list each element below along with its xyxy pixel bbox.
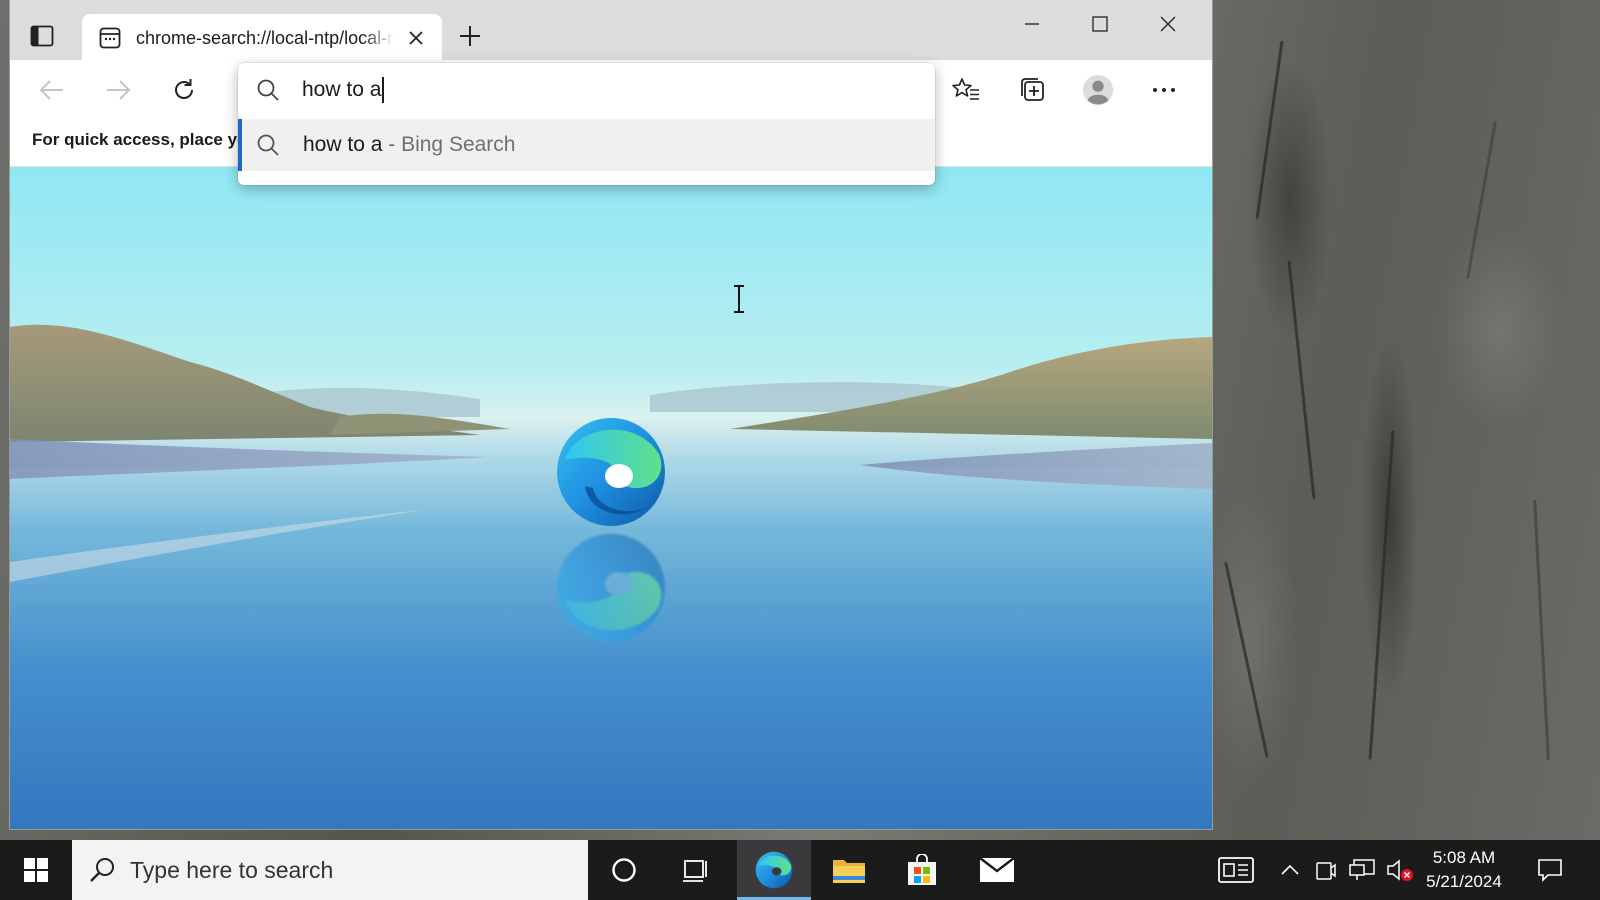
plus-icon [460,26,480,46]
notification-icon [1538,859,1562,882]
suggestion-source: Bing Search [401,133,516,156]
taskbar-clock[interactable]: 5:08 AM 5/21/2024 [1416,846,1512,894]
search-placeholder: Type here to search [130,856,334,883]
maximize-button[interactable] [1078,6,1122,42]
store-bag-icon [908,854,936,885]
cortana-button[interactable] [600,840,648,900]
windows-taskbar: Type here to search 5:08 AM 5/21/2024 [0,840,1600,900]
suggestion-query: how to a [303,133,383,156]
refresh-button[interactable] [168,74,200,106]
close-tab-icon[interactable] [404,26,428,50]
collections-button[interactable] [1016,74,1048,106]
arrow-left-icon [39,80,63,100]
taskbar-store-button[interactable] [893,840,951,900]
taskbar-file-explorer-button[interactable] [820,840,878,900]
close-icon [1160,16,1176,32]
windows-logo-icon [24,858,48,882]
forward-button[interactable] [102,74,134,106]
cortana-circle-icon [612,858,636,882]
tab-title: chrome-search://local-ntp/local-ntp.html [136,27,394,48]
address-input[interactable] [302,75,902,105]
taskbar-edge-button[interactable] [737,840,811,900]
active-tab[interactable]: chrome-search://local-ntp/local-ntp.html [82,14,442,62]
edge-icon [755,851,793,889]
search-icon [90,858,114,882]
page-favicon-icon [98,26,122,50]
folder-icon [833,860,865,883]
news-and-interests-button[interactable] [1214,840,1258,900]
edge-browser-window: chrome-search://local-ntp/local-ntp.html [10,0,1212,829]
arrow-right-icon [107,80,131,100]
text-caret [382,77,384,103]
network-button[interactable] [1346,840,1378,900]
suggestion-text: how to a - Bing Search [303,133,515,157]
add-favorites-button[interactable] [950,74,982,106]
search-icon [257,79,279,101]
edge-logo-reflection [557,534,665,642]
taskbar-mail-button[interactable] [968,840,1026,900]
volume-button[interactable] [1384,840,1416,900]
profile-button[interactable] [1082,74,1114,106]
edge-logo-icon [557,418,665,526]
search-icon [257,134,279,156]
address-bar-dropdown: how to a - Bing Search [238,63,935,185]
network-icon [1349,859,1375,880]
volume-muted-icon [1387,859,1413,881]
text-cursor-icon [734,285,744,313]
mail-envelope-icon [979,857,1015,882]
news-icon [1218,857,1254,883]
meet-now-icon [1316,862,1336,880]
start-button[interactable] [12,840,60,900]
title-bar: chrome-search://local-ntp/local-ntp.html [10,0,1212,62]
chevron-up-icon [1281,864,1299,875]
task-view-button[interactable] [672,840,720,900]
new-tab-page-background[interactable] [10,167,1212,829]
refresh-icon [175,79,193,99]
task-view-icon [683,860,707,882]
suggestion-selected-indicator [238,119,242,171]
star-list-icon [952,78,979,100]
tab-actions-menu-icon[interactable] [28,22,56,50]
settings-more-button[interactable] [1148,74,1180,106]
taskbar-search-box[interactable]: Type here to search [72,840,588,900]
show-hidden-icons-button[interactable] [1278,840,1302,900]
meet-now-button[interactable] [1312,840,1338,900]
address-bar[interactable] [238,63,935,117]
clock-date: 5/21/2024 [1426,872,1502,891]
back-button[interactable] [36,74,68,106]
suggestion-separator: - [388,133,396,156]
action-center-button[interactable] [1530,840,1570,900]
more-dots-icon [1153,88,1175,92]
suggestion-item[interactable]: how to a - Bing Search [238,119,935,171]
new-tab-button[interactable] [456,22,484,50]
minimize-icon [1025,23,1039,25]
avatar-icon [1082,74,1114,106]
close-window-button[interactable] [1146,6,1190,42]
clock-time: 5:08 AM [1432,848,1496,867]
collections-icon [1021,78,1044,101]
minimize-button[interactable] [1010,6,1054,42]
maximize-icon [1092,16,1108,32]
